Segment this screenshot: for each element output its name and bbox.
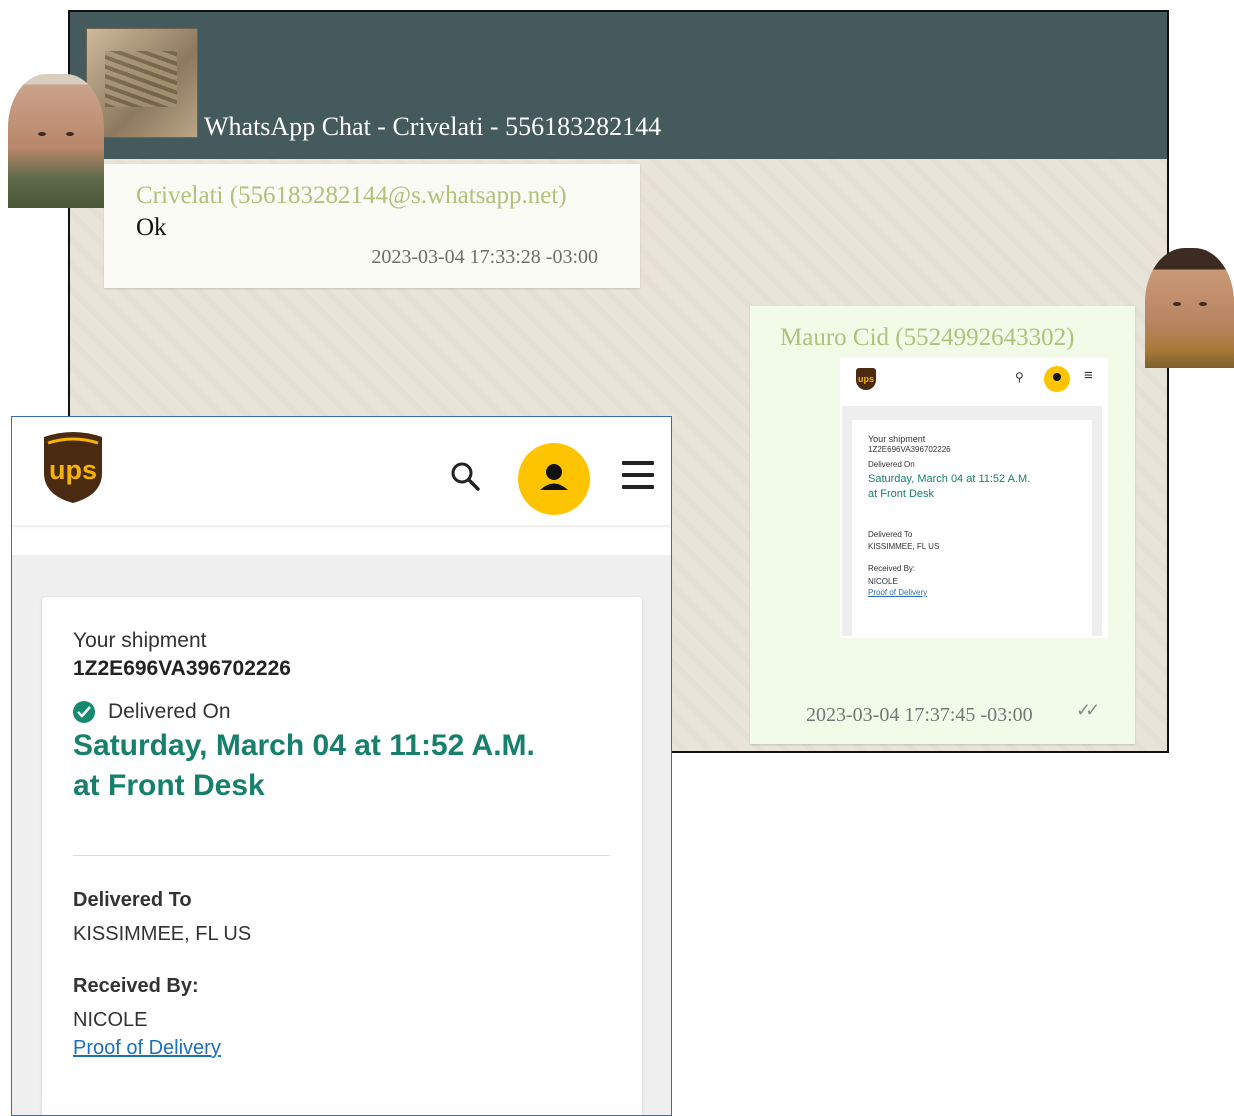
attached-screenshot-thumbnail[interactable]: ups ⚲ ≡ Your shipment 1Z2E696VA396702226… <box>840 358 1108 638</box>
delivery-date: Saturday, March 04 at 11:52 A.M. <box>73 729 535 762</box>
sender-avatar-crivelati <box>8 74 104 208</box>
tracking-number: 1Z2E696VA396702226 <box>73 657 291 680</box>
thumb-received-by-label: Received By: <box>868 564 916 573</box>
thumb-proof-link: Proof of Delivery <box>868 588 928 597</box>
account-icon <box>1044 366 1070 392</box>
status-label: Delivered On <box>108 700 231 723</box>
ups-tracking-screenshot: ups Your shipment 1Z2E696VA396702226 Del… <box>11 416 672 1116</box>
outgoing-message-bubble[interactable]: Mauro Cid (5524992643302) ups ⚲ ≡ Your s… <box>750 306 1135 744</box>
delivered-to-value: KISSIMMEE, FL US <box>73 923 252 945</box>
thumb-delivered-to-value: KISSIMMEE, FL US <box>868 542 940 551</box>
ups-top-bar: ups <box>12 417 671 525</box>
menu-icon[interactable] <box>622 461 654 489</box>
incoming-message-bubble[interactable]: Crivelati (556183282144@s.whatsapp.net) … <box>104 164 640 288</box>
received-by-value: NICOLE <box>73 1009 148 1031</box>
shipment-card: Your shipment 1Z2E696VA396702226 Deliver… <box>42 597 642 1115</box>
sender-avatar-mauro-cid <box>1145 248 1234 368</box>
ups-logo-icon[interactable]: ups <box>40 429 106 505</box>
ups-logo-icon: ups <box>856 368 876 390</box>
message-timestamp: 2023-03-04 17:37:45 -03:00 <box>806 704 1033 726</box>
chat-title: WhatsApp Chat - Crivelati - 556183282144 <box>204 112 662 141</box>
check-circle-icon <box>73 701 95 723</box>
thumb-received-by-value: NICOLE <box>868 577 898 586</box>
thumb-delivery-location: at Front Desk <box>868 488 935 500</box>
thumb-delivery-date: Saturday, March 04 at 11:52 A.M. <box>868 473 1031 485</box>
svg-text:ups: ups <box>49 455 97 485</box>
thumb-delivered-to-label: Delivered To <box>868 530 913 539</box>
shipment-label: Your shipment <box>73 629 207 652</box>
message-text: Ok <box>136 214 167 241</box>
menu-icon: ≡ <box>1084 367 1093 384</box>
account-icon[interactable] <box>518 443 590 515</box>
message-timestamp: 2023-03-04 17:33:28 -03:00 <box>371 246 598 268</box>
thumbnail-body: Your shipment 1Z2E696VA396702226 Deliver… <box>842 406 1102 636</box>
thumbnail-card: Your shipment 1Z2E696VA396702226 Deliver… <box>852 420 1092 636</box>
message-sender: Mauro Cid (5524992643302) <box>780 324 1075 351</box>
thumb-shipment-label: Your shipment <box>868 434 926 444</box>
chat-header: WhatsApp Chat - Crivelati - 556183282144 <box>70 12 1167 159</box>
thumb-status-label: Delivered On <box>868 460 915 469</box>
received-by-label: Received By: <box>73 975 199 997</box>
divider <box>73 855 610 856</box>
thumb-tracking-number: 1Z2E696VA396702226 <box>868 445 951 454</box>
read-receipt-icon: ✓✓ <box>1076 700 1100 720</box>
delivered-to-label: Delivered To <box>73 889 192 911</box>
search-icon[interactable] <box>450 461 480 491</box>
proof-of-delivery-link[interactable]: Proof of Delivery <box>73 1037 221 1060</box>
search-icon: ⚲ <box>1015 370 1024 384</box>
delivery-location: at Front Desk <box>73 769 265 802</box>
ups-main-content: Your shipment 1Z2E696VA396702226 Deliver… <box>12 555 671 1115</box>
message-sender: Crivelati (556183282144@s.whatsapp.net) <box>136 182 567 209</box>
